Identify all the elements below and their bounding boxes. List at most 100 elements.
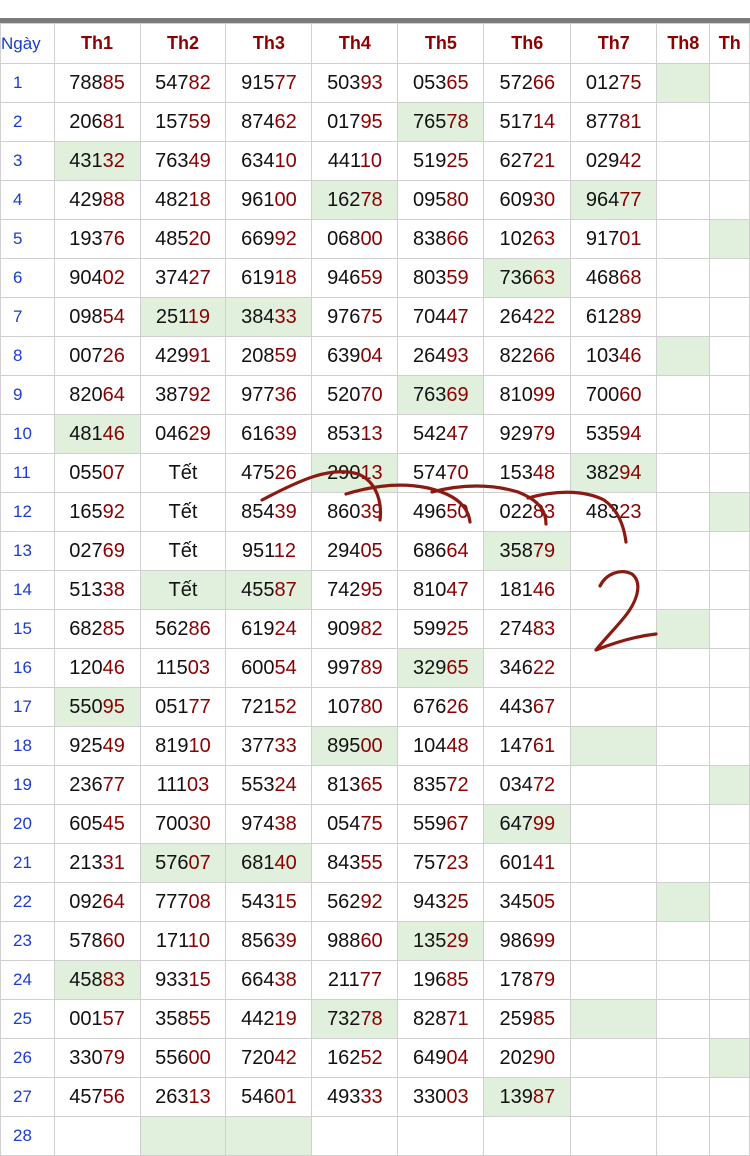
result-cell: 19376 bbox=[53, 219, 141, 259]
result-cell bbox=[656, 414, 711, 454]
number-tail: 03 bbox=[187, 656, 211, 679]
number-tail: 13 bbox=[360, 461, 383, 484]
result-cell: 26313 bbox=[139, 1077, 227, 1117]
result-cell: 29013 bbox=[311, 453, 399, 493]
number-head: 925 bbox=[69, 734, 103, 757]
number-head: 483 bbox=[585, 500, 620, 523]
day-number[interactable]: 19 bbox=[0, 765, 55, 805]
result-cell: 51714 bbox=[483, 102, 572, 142]
day-number[interactable]: 2 bbox=[0, 102, 55, 142]
number-head: 157 bbox=[155, 110, 189, 133]
day-number[interactable]: 9 bbox=[0, 375, 55, 415]
column-header-th5[interactable]: Th5 bbox=[397, 23, 485, 64]
day-number[interactable]: 3 bbox=[0, 141, 55, 181]
result-cell: 56286 bbox=[139, 609, 227, 649]
number-head: 236 bbox=[69, 773, 103, 796]
column-header-th6[interactable]: Th6 bbox=[483, 23, 572, 64]
day-number[interactable]: 21 bbox=[0, 843, 55, 883]
day-number[interactable]: 5 bbox=[0, 219, 55, 259]
number-tail: 22 bbox=[532, 656, 556, 679]
result-cell: 61924 bbox=[225, 609, 313, 649]
result-cell: 25119 bbox=[139, 297, 227, 337]
result-cell: 92979 bbox=[483, 414, 572, 454]
result-cell: 37733 bbox=[225, 726, 313, 766]
day-number[interactable]: 16 bbox=[0, 648, 55, 688]
day-number[interactable]: 18 bbox=[0, 726, 55, 766]
number-head: 098 bbox=[69, 305, 103, 328]
column-header-th2[interactable]: Th2 bbox=[139, 23, 227, 64]
number-head: 481 bbox=[69, 422, 103, 445]
number-head: 520 bbox=[327, 383, 361, 406]
column-header-th3[interactable]: Th3 bbox=[225, 23, 313, 64]
day-number[interactable]: 12 bbox=[0, 492, 55, 532]
result-cell: 72152 bbox=[225, 687, 313, 727]
column-header-th8[interactable]: Th8 bbox=[656, 23, 711, 64]
number-tail: 52 bbox=[360, 1046, 383, 1069]
number-head: 578 bbox=[69, 929, 103, 952]
column-header-th9[interactable]: Th bbox=[709, 23, 750, 64]
day-number[interactable]: 15 bbox=[0, 609, 55, 649]
number-tail: 19 bbox=[274, 1007, 297, 1030]
column-header-th7[interactable]: Th7 bbox=[570, 23, 658, 64]
number-head: 835 bbox=[413, 773, 447, 796]
day-number[interactable]: 17 bbox=[0, 687, 55, 727]
number-tail: 26 bbox=[446, 695, 469, 718]
day-number[interactable]: 13 bbox=[0, 531, 55, 571]
number-head: 854 bbox=[241, 500, 275, 523]
result-cell bbox=[570, 1077, 658, 1117]
day-number[interactable]: 26 bbox=[0, 1038, 55, 1078]
column-header-th1[interactable]: Th1 bbox=[53, 23, 141, 64]
number-head: 102 bbox=[499, 227, 533, 250]
result-cell bbox=[656, 999, 711, 1039]
number-tail: 87 bbox=[274, 578, 297, 601]
number-head: 676 bbox=[413, 695, 447, 718]
number-tail: 65 bbox=[446, 656, 469, 679]
result-cell bbox=[656, 1077, 711, 1117]
number-head: 054 bbox=[327, 812, 361, 835]
day-number[interactable]: 27 bbox=[0, 1077, 55, 1117]
number-head: 986 bbox=[499, 929, 533, 952]
day-number[interactable]: 8 bbox=[0, 336, 55, 376]
number-tail: 92 bbox=[360, 890, 383, 913]
number-tail: 33 bbox=[274, 734, 297, 757]
day-number[interactable]: 23 bbox=[0, 921, 55, 961]
number-tail: 25 bbox=[446, 149, 469, 172]
number-tail: 25 bbox=[446, 890, 469, 913]
day-number[interactable]: 10 bbox=[0, 414, 55, 454]
number-tail: 77 bbox=[188, 695, 211, 718]
result-cell bbox=[709, 1116, 750, 1156]
day-number[interactable]: 14 bbox=[0, 570, 55, 610]
number-head: 211 bbox=[327, 968, 360, 991]
result-cell: 85313 bbox=[311, 414, 399, 454]
number-head: 092 bbox=[69, 890, 103, 913]
result-cell: 38792 bbox=[139, 375, 227, 415]
day-number[interactable]: 1 bbox=[0, 63, 55, 103]
result-cell: 50393 bbox=[311, 63, 399, 103]
day-number[interactable]: 28 bbox=[0, 1116, 55, 1156]
result-cell bbox=[656, 297, 711, 337]
day-number[interactable]: 4 bbox=[0, 180, 55, 220]
day-number[interactable]: 24 bbox=[0, 960, 55, 1000]
number-head: 120 bbox=[69, 656, 103, 679]
result-cell: 51925 bbox=[397, 141, 485, 181]
result-cell: 25985 bbox=[483, 999, 572, 1039]
result-cell bbox=[656, 180, 711, 220]
number-tail: 92 bbox=[274, 227, 297, 250]
result-cell: 81365 bbox=[311, 765, 399, 805]
number-tail: 00 bbox=[360, 227, 383, 250]
result-cell: 85639 bbox=[225, 921, 313, 961]
result-cell: 54247 bbox=[397, 414, 485, 454]
day-number[interactable]: 20 bbox=[0, 804, 55, 844]
result-cell: 60545 bbox=[53, 804, 141, 844]
day-number[interactable]: 7 bbox=[0, 297, 55, 337]
table-row: 18 92549 81910 37733 89500 10448 14761 bbox=[0, 726, 750, 766]
number-head: 153 bbox=[499, 461, 533, 484]
column-header-th4[interactable]: Th4 bbox=[311, 23, 399, 64]
column-header-day[interactable]: Ngày bbox=[0, 23, 55, 64]
result-cell bbox=[709, 570, 750, 610]
day-number[interactable]: 22 bbox=[0, 882, 55, 922]
day-number[interactable]: 11 bbox=[0, 453, 55, 493]
day-number[interactable]: 6 bbox=[0, 258, 55, 298]
number-head: 843 bbox=[327, 851, 361, 874]
day-number[interactable]: 25 bbox=[0, 999, 55, 1039]
